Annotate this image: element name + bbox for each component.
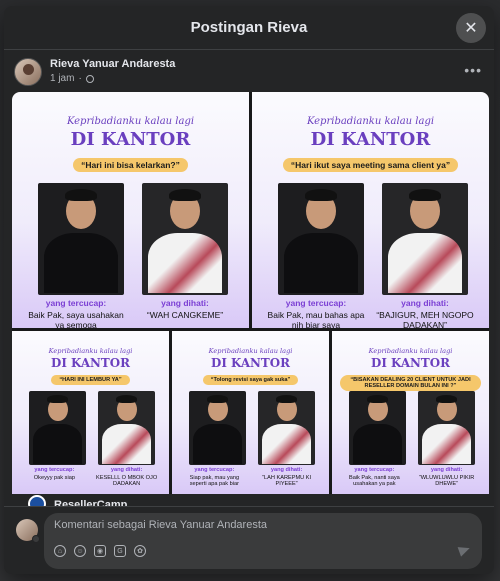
photo-shout <box>382 183 469 295</box>
tile-subtitle: Kepribadianku kalau lagi <box>66 116 195 127</box>
tile-title: DI KANTOR <box>371 356 450 371</box>
gif-icon[interactable]: G <box>114 545 126 557</box>
emoji-icon[interactable]: ☺ <box>74 545 86 557</box>
comment-tools: ⌂ ☺ ◉ G ✿ <box>54 545 146 557</box>
caption-text-thought: “BAJIGUR, MEH NGOPO DADAKAN” <box>376 310 474 328</box>
post-modal: Postingan Rieva ✕ Rieva Yanuar Andaresta… <box>4 6 494 574</box>
photo-calm <box>38 183 125 295</box>
author-avatar[interactable] <box>14 58 42 86</box>
tile-title: DI KANTOR <box>211 356 290 371</box>
caption-text-spoken: Baik Pak, saya usahakan ya semoga <box>28 310 124 328</box>
caption-label-spoken: yang tercucap: <box>45 298 107 308</box>
caption-text-thought: “WLUWLUWLU PIKIR DHEWE” <box>418 474 475 487</box>
post-meta: Rieva Yanuar Andaresta 1 jam · <box>50 58 175 88</box>
globe-icon <box>85 74 94 83</box>
caption-label-thought: yang dihati: <box>401 298 449 308</box>
caption-label-spoken: yang tercucap: <box>354 466 395 473</box>
photo-calm <box>349 391 407 465</box>
meme-tile[interactable]: Kepribadianku kalau lagi DI KANTOR “HARI I… <box>12 331 169 494</box>
question-bubble: “Tolong revisi saya gak suka” <box>202 375 299 386</box>
close-button[interactable]: ✕ <box>456 13 486 43</box>
post-time-row: 1 jam · <box>50 73 175 84</box>
caption-text-spoken: Baik Pak, mau bahas apa nih biar saya <box>267 310 365 328</box>
caption-text-thought: KESELLL O MBOK OJO DADAKAN <box>95 474 158 487</box>
caption-label-spoken: yang tercucap: <box>194 466 235 473</box>
photo-shout <box>142 183 229 295</box>
ellipsis-icon: ••• <box>464 62 482 78</box>
post-header: Rieva Yanuar Andaresta 1 jam · ••• <box>4 50 494 96</box>
modal-title: Postingan Rieva <box>190 19 308 36</box>
caption-text-spoken: Okeyyy pak siap <box>33 474 75 481</box>
question-bubble: “Hari ini bisa kelarkan?” <box>73 158 188 172</box>
send-icon[interactable] <box>457 543 472 557</box>
meme-tile[interactable]: Kepribadianku kalau lagi DI KANTOR “BISAKA… <box>332 331 489 494</box>
camera-icon[interactable]: ◉ <box>94 545 106 557</box>
photo-shout <box>98 391 156 465</box>
question-bubble: “Hari ikut saya meeting sama client ya” <box>282 158 459 172</box>
photo-calm <box>189 391 247 465</box>
meme-tile[interactable]: Kepribadianku kalau lagi DI KANTOR “Hari i… <box>12 92 249 328</box>
caption-label-thought: yang dihati: <box>430 466 463 473</box>
caption-label-spoken: yang tercucap: <box>34 466 75 473</box>
avatar-sticker-icon[interactable]: ✿ <box>134 545 146 557</box>
question-bubble: “BISAKAN DEALING 20 CLIENT UNTUK JADI RE… <box>340 375 481 392</box>
comment-input[interactable] <box>54 519 454 531</box>
comment-bar: ⌂ ☺ ◉ G ✿ <box>4 506 494 574</box>
photo-calm <box>29 391 87 465</box>
photo-shout <box>258 391 316 465</box>
photo-shout <box>418 391 476 465</box>
caption-label-spoken: yang tercucap: <box>285 298 347 308</box>
caption-text-spoken: Baik Pak, nanti saya usahakan ya pak <box>348 474 400 487</box>
tile-title: DI KANTOR <box>51 356 130 371</box>
tile-subtitle: Kepribadianku kalau lagi <box>306 116 435 127</box>
tile-subtitle: Kepribadianku kalau lagi <box>48 346 133 355</box>
author-name[interactable]: Rieva Yanuar Andaresta <box>50 58 175 70</box>
meme-tile[interactable]: Kepribadianku kalau lagi DI KANTOR “Hari i… <box>252 92 489 328</box>
tile-subtitle: Kepribadianku kalau lagi <box>208 346 293 355</box>
chevron-down-icon[interactable] <box>32 535 40 543</box>
post-media-grid[interactable]: Kepribadianku kalau lagi DI KANTOR “Hari i… <box>12 92 489 494</box>
more-options-button[interactable]: ••• <box>464 62 482 78</box>
question-bubble: “HARI INI LEMBUR YA” <box>51 375 130 386</box>
comment-box: ⌂ ☺ ◉ G ✿ <box>44 513 482 569</box>
close-icon: ✕ <box>464 20 478 37</box>
tile-subtitle: Kepribadianku kalau lagi <box>368 346 453 355</box>
tile-title: DI KANTOR <box>310 129 431 150</box>
caption-label-thought: yang dihati: <box>110 466 143 473</box>
sticker-icon[interactable]: ⌂ <box>54 545 66 557</box>
photo-calm <box>278 183 365 295</box>
tile-title: DI KANTOR <box>70 129 191 150</box>
caption-label-thought: yang dihati: <box>270 466 303 473</box>
meme-tile[interactable]: Kepribadianku kalau lagi DI KANTOR “Tolong… <box>172 331 329 494</box>
caption-label-thought: yang dihati: <box>161 298 209 308</box>
caption-text-thought: “WAH CANGKEME” <box>146 310 224 320</box>
modal-header: Postingan Rieva ✕ <box>4 6 494 50</box>
caption-text-spoken: Siap pak, mau yang seperti apa pak biar <box>189 474 240 487</box>
post-time[interactable]: 1 jam <box>50 73 74 84</box>
caption-text-thought: “LAH KAREPMU KI PIYEEE” <box>262 474 312 487</box>
